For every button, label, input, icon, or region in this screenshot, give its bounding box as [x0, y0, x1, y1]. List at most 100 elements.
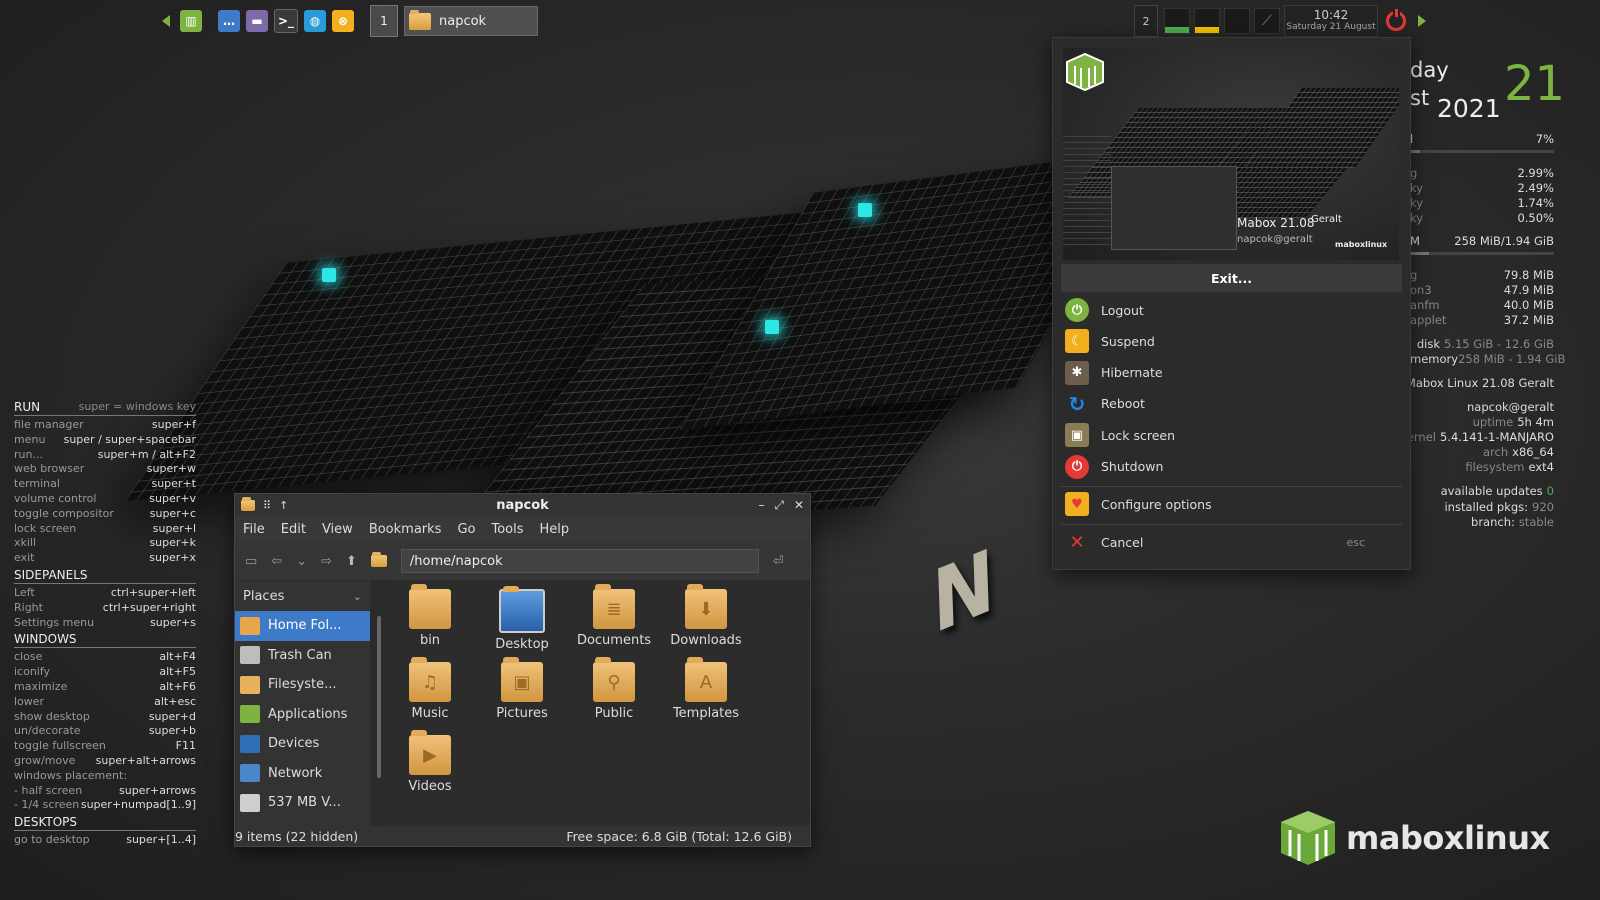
sidebar-item-filesyste[interactable]: Filesyste... [235, 670, 370, 700]
new-window-icon[interactable]: ▭ [245, 554, 257, 569]
sidebar-item-537-mb-v[interactable]: 537 MB V... [235, 788, 370, 818]
keybind-shortcut: F11 [175, 739, 196, 753]
menu-file[interactable]: File [243, 522, 265, 537]
clock-time: 10:42 [1313, 8, 1349, 23]
sidebar-item-label: Devices [268, 736, 320, 752]
keybind-row: show desktop super+d [14, 710, 196, 725]
process-value: 2.99% [1517, 166, 1554, 180]
file-label: Videos [408, 779, 452, 794]
home-icon[interactable] [370, 552, 387, 567]
menu-help[interactable]: Help [540, 522, 570, 537]
sidebar-item-label: Filesyste... [268, 677, 337, 693]
logout-button[interactable]: ⏻ Logout [1065, 297, 1144, 323]
reboot-button[interactable]: ↻ Reboot [1065, 391, 1145, 417]
updates-value: 0 [1546, 484, 1554, 498]
file-item[interactable]: A Templates [662, 657, 750, 721]
mem-label: M [1410, 234, 1420, 248]
file-item[interactable]: bin [386, 584, 474, 648]
file-item[interactable]: ▣ Pictures [478, 657, 566, 721]
mabox-menu-icon[interactable]: ▥ [180, 10, 202, 32]
browser-launcher-icon[interactable]: ◍ [304, 10, 326, 32]
window-title: napcok [496, 497, 549, 513]
shutdown-icon: ⏻ [1065, 454, 1089, 479]
section-subtitle: super = windows key [78, 400, 196, 413]
sidebar-item-devices[interactable]: Devices [235, 729, 370, 759]
history-chevron-down-icon[interactable]: ⌄ [296, 554, 307, 569]
lock-screen-button[interactable]: ▣ Lock screen [1065, 422, 1175, 448]
keybind-shortcut: alt+F6 [159, 679, 196, 693]
file-item[interactable]: ⚲ Public [570, 657, 658, 721]
keybind-shortcut: super+numpad[1..9] [80, 798, 196, 812]
keybind-row: - half screen super+arrows [14, 784, 196, 799]
terminal-launcher-icon[interactable]: >_ [274, 9, 298, 33]
address-bar[interactable]: /home/napcok [400, 549, 759, 573]
uptime-value: 5h 4m [1517, 415, 1554, 429]
forward-icon[interactable]: ⇨ [321, 554, 332, 569]
menu-bookmarks[interactable]: Bookmarks [369, 522, 442, 537]
scroll-right-arrow-icon[interactable] [1418, 15, 1426, 27]
chevron-down-icon[interactable]: ⌄ [353, 590, 362, 603]
file-item[interactable]: Desktop [478, 586, 566, 652]
settings-launcher-icon[interactable]: ⊗ [332, 10, 354, 32]
cancel-shortcut: esc [1346, 535, 1365, 549]
keybind-shortcut: super+arrows [119, 783, 196, 797]
menu-go[interactable]: Go [457, 522, 475, 537]
file-manager-launcher-icon[interactable]: … [218, 10, 240, 32]
menu-edit[interactable]: Edit [281, 522, 306, 537]
workspace-switcher[interactable]: 1 [370, 5, 398, 37]
cpu-percent: 7% [1535, 132, 1554, 146]
keybind-shortcut: super+w [146, 462, 196, 476]
cancel-button[interactable]: ✕ Cancel esc [1065, 529, 1365, 555]
keybind-action: exit [14, 551, 35, 565]
keybind-shortcut: super+k [149, 536, 196, 550]
sidebar-item-trash-can[interactable]: Trash Can [235, 641, 370, 671]
file-item[interactable]: ≣ Documents [570, 584, 658, 648]
file-item[interactable]: ♫ Music [386, 657, 474, 721]
swap-monitor-icon [1224, 8, 1250, 34]
mem-process-row: applet 37.2 MiB [1410, 313, 1554, 327]
keybind-row: terminal super+t [14, 477, 196, 492]
menu-view[interactable]: View [322, 522, 353, 537]
go-icon[interactable]: ⏎ [773, 554, 784, 569]
scroll-left-arrow-icon[interactable] [162, 15, 170, 27]
back-icon[interactable]: ⇦ [271, 554, 282, 569]
window-titlebar[interactable]: ⠿ ↑ napcok – ⤢ ✕ [235, 494, 810, 516]
sidebar-scrollbar[interactable] [377, 616, 381, 778]
minimize-icon[interactable]: – [758, 498, 764, 513]
places-header[interactable]: Places ⌄ [235, 581, 370, 611]
keybind-action: un/decorate [14, 724, 81, 738]
file-label: bin [419, 633, 441, 648]
branch-label: branch: [1471, 515, 1515, 529]
sidebar-item-home-fol[interactable]: Home Fol... [235, 611, 370, 641]
window-menu-icon[interactable]: ⠿ [263, 499, 271, 512]
hibernate-button[interactable]: ✱ Hibernate [1065, 360, 1163, 386]
menu-tools[interactable]: Tools [491, 522, 523, 537]
parent-folder-icon[interactable]: ⬆ [346, 554, 357, 569]
clock[interactable]: 10:42 Saturday 21 August [1284, 5, 1378, 37]
close-icon[interactable]: ✕ [794, 498, 804, 513]
date-month-partial: st [1410, 86, 1430, 110]
sidebar-item-network[interactable]: Network [235, 759, 370, 789]
process-name: ky [1410, 211, 1424, 225]
sidebar-item-applications[interactable]: Applications [235, 700, 370, 730]
videos-folder-icon: ▶ [409, 730, 451, 775]
configure-options-button[interactable]: ♥ Configure options [1065, 491, 1212, 517]
keybind-row: web browser super+w [14, 462, 196, 477]
folder-icon [240, 675, 260, 694]
suspend-button[interactable]: ☾ Suspend [1065, 328, 1155, 354]
maximize-icon[interactable]: ⤢ [774, 498, 784, 513]
templates-folder-icon: A [685, 657, 727, 702]
up-arrow-icon[interactable]: ↑ [279, 499, 288, 512]
shutdown-button[interactable]: ⏻ Shutdown [1065, 454, 1163, 480]
file-item[interactable]: ⬇ Downloads [662, 584, 750, 648]
workspace-indicator[interactable]: 2 [1134, 5, 1158, 37]
file-item[interactable]: ▶ Videos [386, 730, 474, 794]
exit-button[interactable]: Exit... [1061, 264, 1402, 292]
taskbar-item-napcok[interactable]: napcok [404, 6, 538, 36]
preview-window [1111, 166, 1237, 250]
places-sidebar: Places ⌄ Home Fol... Trash Can Filesyste..… [235, 581, 381, 826]
folder-launcher-icon[interactable]: ▬ [246, 10, 268, 32]
memory-summary-label: memory [1410, 352, 1459, 366]
power-icon[interactable] [1386, 9, 1406, 31]
keybind-shortcut: super+l [152, 521, 196, 535]
